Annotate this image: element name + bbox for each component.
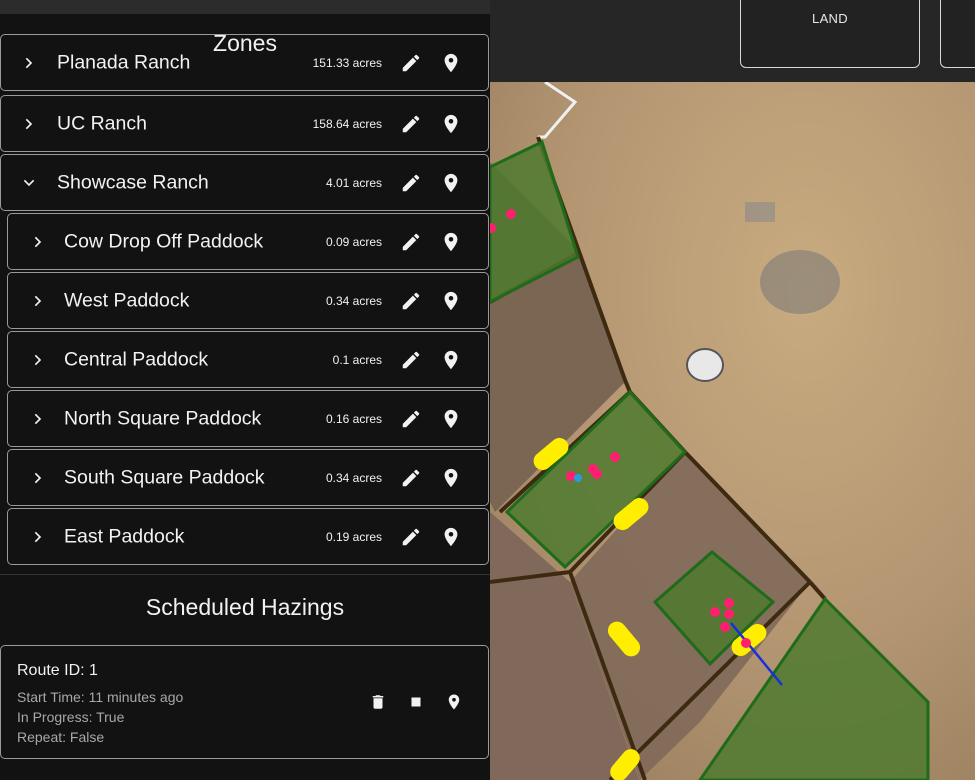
chevron-right-icon[interactable] [21,116,37,132]
pencil-icon[interactable] [400,290,422,312]
top-strip [0,0,490,14]
zone-acres: 158.64 acres [312,116,382,131]
zone-row[interactable]: North Square Paddock 0.16 acres [7,390,489,447]
zone-acres: 0.19 acres [325,529,382,544]
zone-name: South Square Paddock [64,466,265,488]
zone-acres: 0.1 acres [332,352,382,367]
zone-acres: 151.33 acres [312,55,382,70]
section-divider [0,574,490,575]
map-pin-icon[interactable] [440,526,462,548]
chevron-right-icon[interactable] [30,352,46,368]
map-pin-icon[interactable] [445,693,463,711]
collar-marker [574,474,582,482]
zone-name: Central Paddock [64,348,209,370]
zone-row[interactable]: Central Paddock 0.1 acres [7,331,489,388]
trash-icon[interactable] [369,693,387,711]
map-pin-icon[interactable] [440,113,462,135]
map-pin-icon[interactable] [440,290,462,312]
start-time: Start Time: 11 minutes ago [17,689,184,705]
chevron-right-icon[interactable] [30,293,46,309]
repeat-status: Repeat: False [17,729,105,745]
chevron-right-icon[interactable] [30,529,46,545]
map-pin-icon[interactable] [440,172,462,194]
debris-small [745,202,775,222]
map-canvas[interactable] [490,82,975,780]
pencil-icon[interactable] [400,467,422,489]
chevron-down-icon[interactable] [21,175,37,191]
pencil-icon[interactable] [400,526,422,548]
pencil-icon[interactable] [400,408,422,430]
top-button-2[interactable] [940,0,975,68]
chevron-right-icon[interactable] [30,234,46,250]
zone-row[interactable]: Cow Drop Off Paddock 0.09 acres [7,213,489,270]
map-pin-icon[interactable] [440,231,462,253]
zone-row[interactable]: Showcase Ranch 4.01 acres [0,154,489,211]
land-button[interactable]: LAND [740,0,920,68]
zone-name: UC Ranch [57,112,147,134]
zone-name: North Square Paddock [64,407,262,429]
zone-row[interactable]: West Paddock 0.34 acres [7,272,489,329]
in-progress: In Progress: True [17,709,125,725]
zone-acres: 0.09 acres [325,234,382,249]
zone-acres: 0.34 acres [325,293,382,308]
zone-name: Showcase Ranch [57,171,209,193]
hazing-card[interactable]: Route ID: 1 Start Time: 11 minutes ago I… [0,645,489,759]
pencil-icon[interactable] [400,231,422,253]
zone-row[interactable]: South Square Paddock 0.34 acres [7,449,489,506]
map-pin-icon[interactable] [440,408,462,430]
zones-title: Zones [213,30,277,56]
pencil-icon[interactable] [400,113,422,135]
map-pin-icon[interactable] [440,349,462,371]
zone-row[interactable]: East Paddock 0.19 acres [7,508,489,565]
zone-name: Cow Drop Off Paddock [64,230,264,252]
chevron-right-icon[interactable] [30,411,46,427]
pencil-icon[interactable] [400,172,422,194]
map-pin-icon[interactable] [440,467,462,489]
chevron-right-icon[interactable] [30,470,46,486]
water-tank [686,348,724,382]
debris-pile [760,250,840,314]
satellite-map[interactable] [490,82,975,780]
zone-acres: 0.34 acres [325,470,382,485]
side-panel: Zones Planada Ranch 151.33 acres UC Ranch 1… [0,14,490,780]
zone-name: East Paddock [64,525,185,547]
pencil-icon[interactable] [400,349,422,371]
zone-acres: 0.16 acres [325,411,382,426]
zone-row[interactable]: UC Ranch 158.64 acres [0,95,489,152]
zone-name: West Paddock [64,289,190,311]
zone-acres: 4.01 acres [325,175,382,190]
hazings-title: Scheduled Hazings [145,594,345,620]
stop-icon[interactable] [407,693,425,711]
route-id: Route ID: 1 [17,662,98,679]
